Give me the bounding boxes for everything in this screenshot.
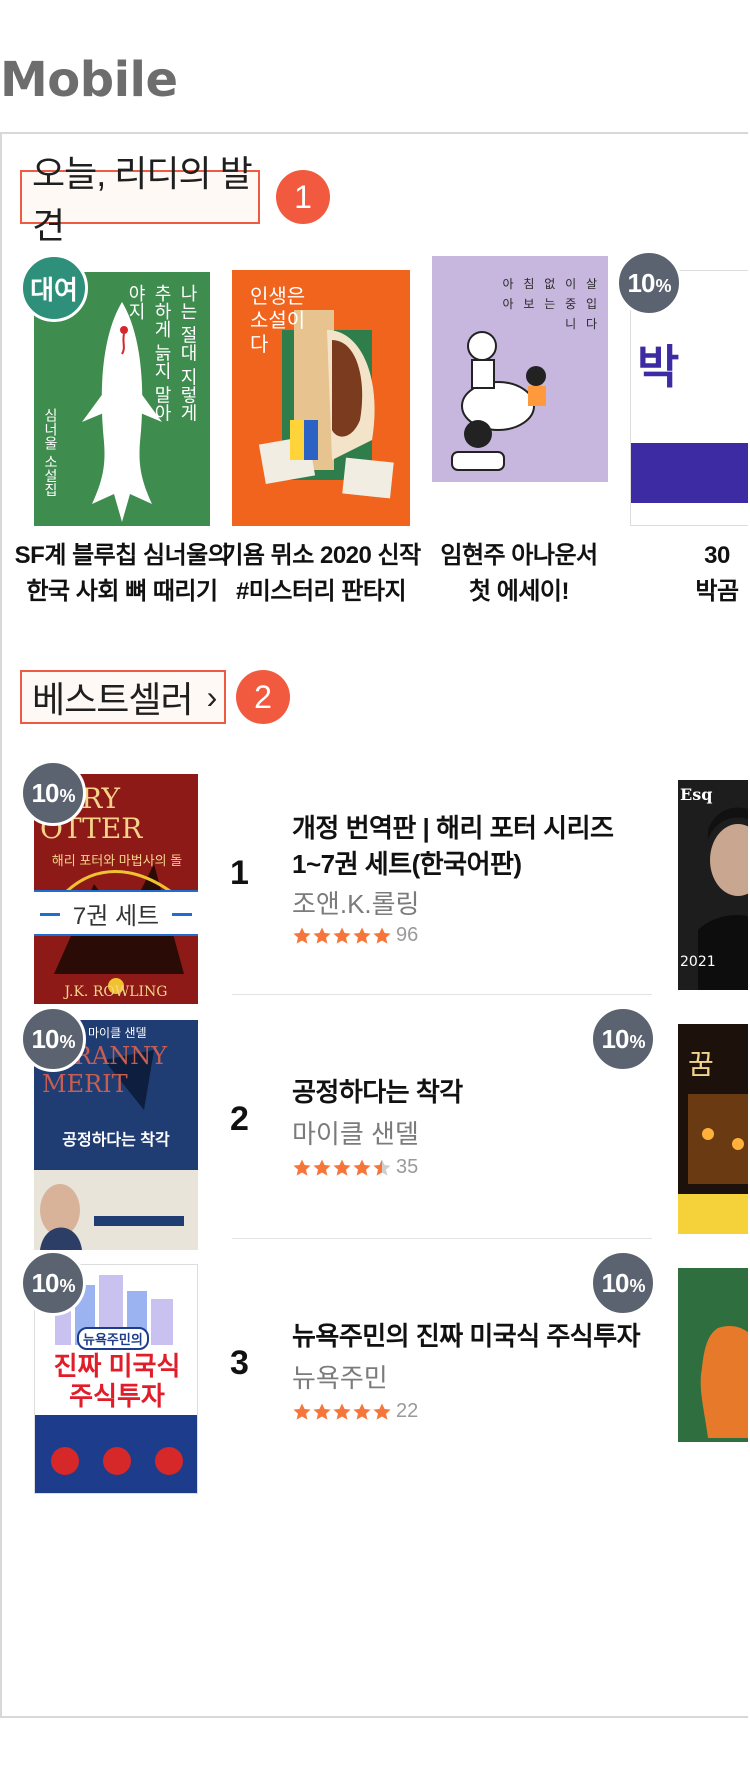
- star-icon: [293, 927, 311, 944]
- bestseller-title[interactable]: 베스트셀러 ›: [20, 670, 226, 724]
- star-icon: [353, 927, 371, 944]
- cover-title-text: 인생은 소설이다: [250, 284, 306, 356]
- discount-badge: 10%: [616, 250, 682, 316]
- discover-caption-2: 기욤 뮈소 2020 신작 #미스터리 판타지: [206, 538, 436, 610]
- rating: 22: [292, 1400, 418, 1423]
- star-icon: [373, 927, 391, 944]
- cover-title-text: 아 침 없 이 살 아 보 는 중 입 니 다: [502, 277, 600, 331]
- chevron-right-icon: ›: [206, 678, 218, 715]
- side-cover-2[interactable]: 꿈: [678, 1024, 748, 1234]
- side-cover-3[interactable]: [678, 1268, 748, 1478]
- discover-cover-2[interactable]: 인생은 소설이다: [232, 270, 410, 526]
- rating: 96: [292, 924, 418, 947]
- svg-text:2021: 2021: [680, 954, 716, 970]
- percent-sign: %: [629, 1275, 645, 1296]
- discount-badge-label: 10%: [601, 1023, 646, 1054]
- bestseller-title-label: 베스트셀러: [32, 679, 194, 720]
- cover-title-text: 뉴욕주민의: [77, 1327, 149, 1350]
- star-icon: [373, 1159, 391, 1176]
- caption-line: #미스터리 판타지: [235, 578, 407, 605]
- rating: 35: [292, 1156, 418, 1179]
- discover-cover-3[interactable]: 아 침 없 이 살 아 보 는 중 입 니 다: [432, 256, 608, 526]
- cover-author-text: 마이클 샌델: [88, 1026, 147, 1040]
- star-icon: [353, 1159, 371, 1176]
- rank-number: 2: [230, 1100, 249, 1138]
- set-band: 7권 세트: [34, 890, 198, 936]
- svg-text:꿈: 꿈: [688, 1048, 714, 1081]
- percent-sign: %: [59, 1031, 75, 1052]
- head-silhouette-illustration: [678, 1268, 748, 1478]
- caption-line: 30: [704, 542, 730, 569]
- book-author[interactable]: 뉴욕주민: [292, 1358, 388, 1395]
- star-icon: [293, 1403, 311, 1420]
- svg-text:Esq: Esq: [680, 785, 712, 804]
- rating-count: 22: [396, 1400, 419, 1422]
- star-icon: [313, 927, 331, 944]
- star-icon: [333, 1159, 351, 1176]
- caption-line: SF계 블루칩 심너울의: [14, 542, 230, 569]
- rank-number: 1: [230, 854, 249, 892]
- side-cover-1[interactable]: Esq 2021: [678, 780, 748, 990]
- star-icon: [313, 1159, 331, 1176]
- star-icon: [293, 1159, 311, 1176]
- caption-line: 첫 에세이!: [469, 578, 569, 605]
- caption-line: 한국 사회 뼈 때리기: [26, 578, 218, 605]
- book-author[interactable]: 마이클 샌델: [292, 1114, 419, 1151]
- star-rating-icons: [292, 926, 392, 946]
- mobile-frame: 오늘, 리디의 발견 1 나는 절대 지렇게 추하게 늙지 말아야지 심너울 소…: [0, 132, 748, 1718]
- page-heading: Mobile: [0, 52, 178, 108]
- star-icon: [353, 1403, 371, 1420]
- cover-author-text: J.K. ROWLING: [64, 984, 168, 1000]
- caption-line: 박곰: [695, 578, 739, 605]
- cover-title-text: 박: [637, 341, 680, 393]
- portrait-illustration: Esq 2021: [678, 780, 748, 990]
- discover-caption-1: SF계 블루칩 심너울의 한국 사회 뼈 때리기: [7, 538, 237, 610]
- caption-line: 기욤 뮈소 2020 신작: [221, 542, 421, 569]
- bestseller-number-badge: 2: [236, 670, 290, 724]
- cover-sub-text: 진짜 미국식 주식투자: [53, 1351, 181, 1411]
- star-icon: [333, 1403, 351, 1420]
- cover-sub-text: 해리 포터와 마법사의 돌: [51, 853, 183, 868]
- percent-sign: %: [655, 275, 671, 296]
- discount-badge: 10%: [20, 760, 86, 826]
- discover-number-badge: 1: [276, 170, 330, 224]
- book-title[interactable]: 개정 번역판 | 해리 포터 시리즈 1~7권 세트(한국어판): [292, 810, 652, 882]
- book-author[interactable]: 조앤.K.롤링: [292, 884, 419, 921]
- night-street-illustration: 꿈: [678, 1024, 748, 1234]
- discount-badge: 10%: [590, 1006, 656, 1072]
- percent-sign: %: [629, 1031, 645, 1052]
- discount-badge-label: 10%: [601, 1267, 646, 1298]
- rating-count: 96: [396, 924, 419, 946]
- percent-sign: %: [59, 785, 75, 806]
- cover-title-text: 나는 절대 지렇게 추하게 늙지 말아야지: [125, 284, 198, 422]
- discount-badge-label: 10%: [31, 1267, 76, 1298]
- discover-title[interactable]: 오늘, 리디의 발견: [20, 153, 260, 246]
- star-rating-icons: [292, 1158, 392, 1178]
- row-divider: [232, 1238, 652, 1239]
- discover-caption-3: 임현주 아나운서 첫 에세이!: [404, 538, 634, 610]
- rank-number: 3: [230, 1344, 249, 1382]
- discount-badge-label: 10%: [31, 777, 76, 808]
- cover-band: [631, 443, 748, 503]
- book-title[interactable]: 뉴욕주민의 진짜 미국식 주식투자: [292, 1318, 652, 1354]
- star-icon: [313, 1403, 331, 1420]
- percent-sign: %: [59, 1275, 75, 1296]
- star-icon: [333, 927, 351, 944]
- discount-badge-label: 10%: [627, 267, 672, 298]
- rating-count: 35: [396, 1156, 419, 1178]
- discount-badge: 10%: [20, 1250, 86, 1316]
- discover-title-label: 오늘, 리디의 발견: [32, 153, 253, 246]
- cover-sub-text: 공정하다는 착각: [62, 1132, 170, 1149]
- star-icon: [373, 1403, 391, 1420]
- discount-badge-label: 10%: [31, 1023, 76, 1054]
- rent-badge: 대여: [20, 254, 88, 322]
- caption-line: 임현주 아나운서: [440, 542, 598, 569]
- row-divider: [232, 994, 652, 995]
- book-title[interactable]: 공정하다는 착각: [292, 1074, 652, 1110]
- discount-badge: 10%: [20, 1006, 86, 1072]
- discount-badge: 10%: [590, 1250, 656, 1316]
- cover-author-text: 심너울 소설집: [42, 407, 58, 496]
- discover-caption-4: 30 박곰: [602, 538, 748, 610]
- star-rating-icons: [292, 1402, 392, 1422]
